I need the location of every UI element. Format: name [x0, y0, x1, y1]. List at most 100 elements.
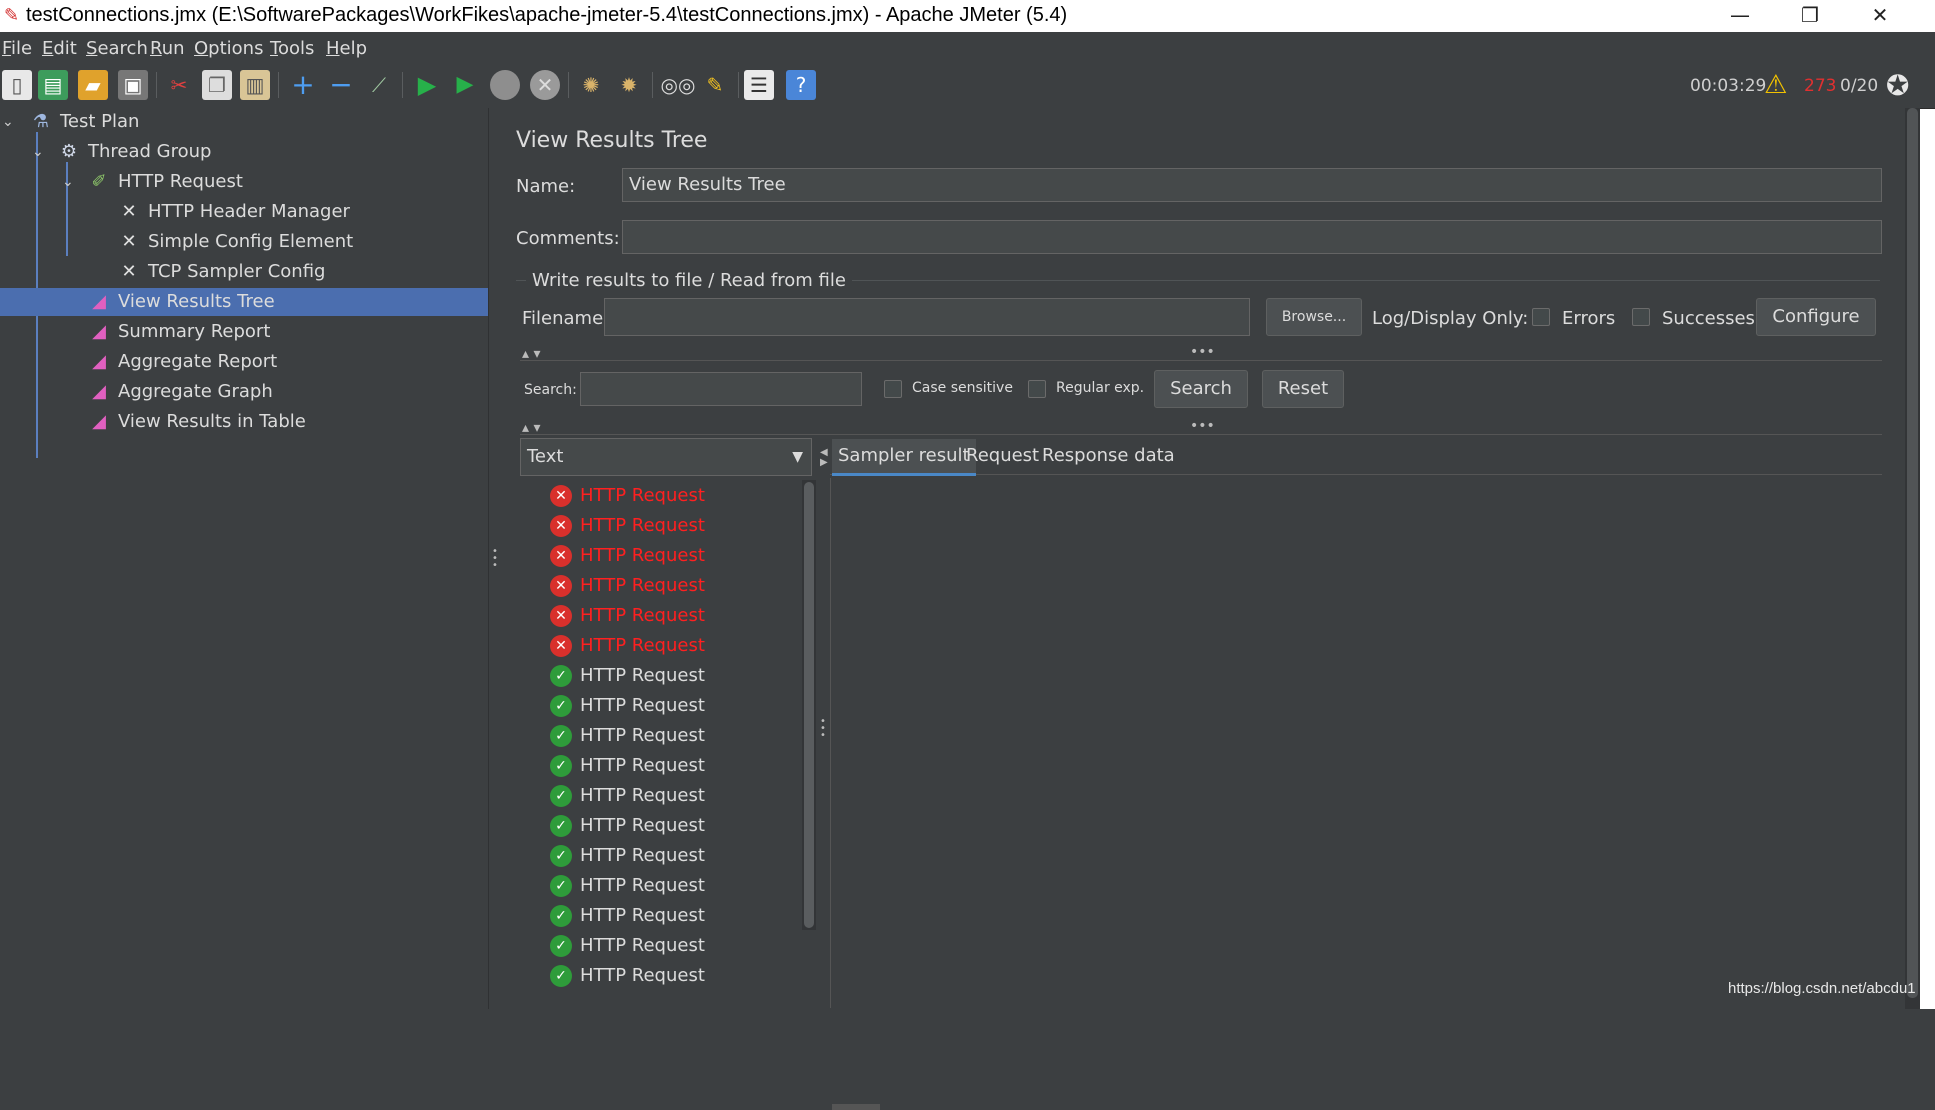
chevron-down-icon[interactable]: ⌄ [32, 144, 44, 160]
start-no-pause-icon: ▶ [456, 72, 474, 97]
name-field[interactable]: View Results Tree [622, 168, 1882, 202]
filename-input[interactable] [604, 298, 1250, 336]
tab-request[interactable]: Request [960, 439, 1045, 473]
menu-edit[interactable]: Edit [42, 38, 77, 59]
result-item-ok[interactable]: ✓ HTTP Request [550, 961, 705, 991]
tab-sampler-result[interactable]: Sampler result [832, 439, 976, 476]
paste-button[interactable]: ▥ [240, 70, 270, 100]
collapse-button[interactable]: − [326, 70, 356, 100]
comments-field[interactable] [622, 220, 1882, 254]
successes-checkbox[interactable] [1632, 308, 1650, 326]
error-shield-icon: ✕ [550, 575, 572, 597]
result-item-ok[interactable]: ✓ HTTP Request [550, 721, 705, 751]
tree-item-view-results-in-table[interactable]: ◢ View Results in Table [86, 408, 488, 436]
result-item-fail[interactable]: ✕ HTTP Request [550, 571, 705, 601]
result-item-ok[interactable]: ✓ HTTP Request [550, 811, 705, 841]
elapsed-timer: 00:03:29 [1690, 76, 1767, 96]
menu-run[interactable]: Run [150, 38, 185, 59]
menu-help[interactable]: Help [326, 38, 367, 59]
tree-item-http-header-manager[interactable]: ✕ HTTP Header Manager [116, 198, 488, 226]
copy-button[interactable]: ❐ [202, 70, 232, 100]
tree-item-http-request[interactable]: ✐ HTTP Request [86, 168, 488, 196]
pane-toggle-arrows[interactable]: ◀ ▶ [820, 448, 828, 468]
tree-item-aggregate-graph[interactable]: ◢ Aggregate Graph [86, 378, 488, 406]
shutdown-button[interactable]: ✕ [530, 70, 560, 100]
result-pane-border [830, 478, 831, 1008]
configure-button[interactable]: Configure [1756, 298, 1876, 336]
warning-count[interactable]: 273 [1804, 76, 1836, 96]
warning-icon[interactable]: ⚠ [1764, 70, 1787, 100]
start-button[interactable]: ▶ [412, 70, 442, 100]
tree-item-test-plan[interactable]: ⚗ Test Plan [28, 108, 488, 136]
tree-item-thread-group[interactable]: ⚙ Thread Group [56, 138, 488, 166]
result-item-ok[interactable]: ✓ HTTP Request [550, 841, 705, 871]
chevron-down-icon[interactable]: ⌄ [2, 114, 14, 130]
restore-button[interactable]: ❐ [1775, 0, 1845, 32]
browse-button[interactable]: Browse... [1266, 298, 1362, 336]
remote-status-icon[interactable]: ✪ [1886, 69, 1909, 102]
splitter-grip-icon[interactable]: ••• [1190, 344, 1215, 360]
save-button[interactable]: ▣ [118, 70, 148, 100]
result-item-fail[interactable]: ✕ HTTP Request [550, 631, 705, 661]
chevron-down-icon[interactable]: ⌄ [62, 174, 74, 190]
menu-search[interactable]: Search [86, 38, 148, 59]
menu-tools[interactable]: Tools [270, 38, 314, 59]
scrollbar-thumb[interactable] [804, 482, 814, 928]
open-button[interactable]: ▰ [78, 70, 108, 100]
stop-button[interactable] [490, 70, 520, 100]
collapse-arrows-icon[interactable]: ▴ ▾ [522, 346, 541, 362]
result-item-fail[interactable]: ✕ HTTP Request [550, 541, 705, 571]
minimize-button[interactable]: — [1705, 0, 1775, 32]
result-item-ok[interactable]: ✓ HTTP Request [550, 661, 705, 691]
clear-all-button[interactable]: ✹ [614, 70, 644, 100]
result-item-ok[interactable]: ✓ HTTP Request [550, 931, 705, 961]
reset-search-button[interactable]: ✎ [700, 70, 730, 100]
tree-item-aggregate-report[interactable]: ◢ Aggregate Report [86, 348, 488, 376]
menu-options[interactable]: Options [194, 38, 263, 59]
function-helper-button[interactable]: ☰ [744, 70, 774, 100]
collapse-arrows-icon[interactable]: ▴ ▾ [522, 420, 541, 436]
toggle-button[interactable]: ⟋ [364, 70, 394, 100]
result-item-ok[interactable]: ✓ HTTP Request [550, 751, 705, 781]
tree-item-tcp-sampler-config[interactable]: ✕ TCP Sampler Config [116, 258, 488, 286]
jmeter-feather-icon: ✎ [4, 5, 20, 26]
errors-checkbox[interactable] [1532, 308, 1550, 326]
splitter-grip[interactable]: • • • [820, 717, 826, 741]
expand-button[interactable]: + [288, 70, 318, 100]
new-button[interactable]: ▯ [2, 70, 32, 100]
reset-button[interactable]: Reset [1262, 370, 1344, 408]
result-pane-hscroll[interactable] [832, 1104, 880, 1110]
error-shield-icon: ✕ [550, 605, 572, 627]
tree-item-simple-config-element[interactable]: ✕ Simple Config Element [116, 228, 488, 256]
tree-item-view-results-tree[interactable]: ◢ View Results Tree [0, 288, 488, 316]
case-sensitive-checkbox[interactable] [884, 380, 902, 398]
success-shield-icon: ✓ [550, 965, 572, 987]
help-button[interactable]: ? [786, 70, 816, 100]
search-button[interactable]: Search [1154, 370, 1248, 408]
search-button-toolbar[interactable]: ◎◎ [660, 70, 696, 100]
result-item-fail[interactable]: ✕ HTTP Request [550, 481, 705, 511]
result-item-ok[interactable]: ✓ HTTP Request [550, 871, 705, 901]
tree-item-summary-report[interactable]: ◢ Summary Report [86, 318, 488, 346]
regular-exp-checkbox[interactable] [1028, 380, 1046, 398]
cut-button[interactable]: ✂ [164, 70, 194, 100]
result-item-ok[interactable]: ✓ HTTP Request [550, 901, 705, 931]
close-button[interactable]: ✕ [1845, 0, 1915, 32]
tab-response-data[interactable]: Response data [1036, 439, 1181, 473]
start-no-pause-button[interactable]: ▶ [450, 70, 480, 100]
result-item-fail[interactable]: ✕ HTTP Request [550, 511, 705, 541]
toggle-icon: ⟋ [372, 73, 386, 97]
results-list-scrollbar[interactable] [802, 480, 816, 930]
result-item-ok[interactable]: ✓ HTTP Request [550, 691, 705, 721]
main-scrollbar[interactable] [1905, 108, 1920, 1009]
menu-file[interactable]: File [2, 38, 32, 59]
templates-button[interactable]: ▤ [38, 70, 68, 100]
result-item-fail[interactable]: ✕ HTTP Request [550, 601, 705, 631]
splitter-grip-icon[interactable]: ••• [1190, 418, 1215, 434]
clear-button[interactable]: ✺ [576, 70, 606, 100]
error-shield-icon: ✕ [550, 485, 572, 507]
search-input[interactable] [580, 372, 862, 406]
scrollbar-thumb[interactable] [1907, 108, 1918, 998]
renderer-select[interactable]: Text ▼ [520, 438, 812, 476]
result-item-ok[interactable]: ✓ HTTP Request [550, 781, 705, 811]
